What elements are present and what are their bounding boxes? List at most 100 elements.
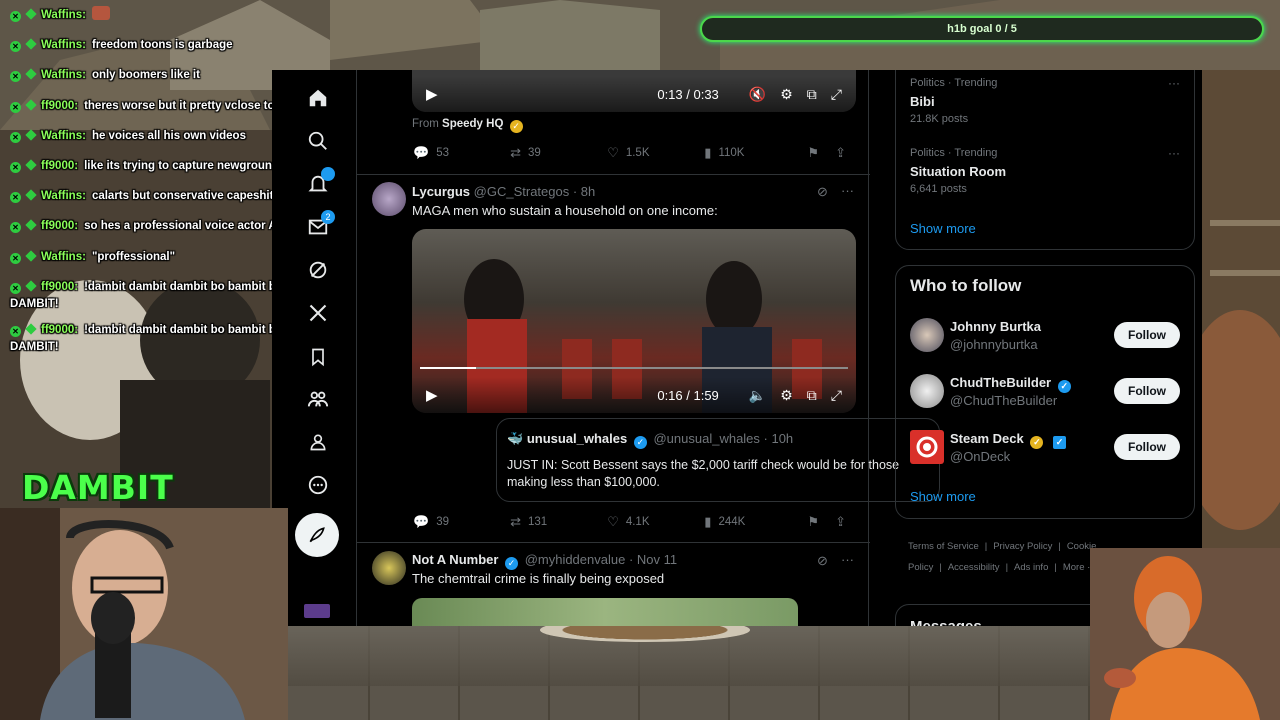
trend-name[interactable]: Situation Room bbox=[910, 164, 1006, 179]
tweet3-image[interactable] bbox=[412, 598, 798, 626]
more-options-icon[interactable]: ··· bbox=[841, 183, 854, 198]
trend-name[interactable]: Bibi bbox=[910, 94, 935, 109]
tweet2-header: Lycurgus @GC_Strategos · 8h bbox=[412, 184, 595, 199]
profile-icon[interactable] bbox=[303, 427, 333, 457]
more-icon[interactable] bbox=[303, 470, 333, 500]
avatar[interactable] bbox=[910, 374, 944, 408]
views-icon: ▮ bbox=[704, 514, 712, 529]
tweet2-author[interactable]: Lycurgus bbox=[412, 184, 470, 199]
tweet2-video[interactable]: ▶ 0:16 / 1:59 🔈 ⚙ ⧉ ⤢ bbox=[412, 229, 856, 413]
verified-gold-icon: ✓ bbox=[509, 120, 523, 133]
follow-name-row: ChudTheBuilder ✓ bbox=[950, 375, 1074, 393]
more-options-icon[interactable]: ··· bbox=[1168, 146, 1180, 160]
follow-handle: @johnnyburtka bbox=[950, 337, 1038, 352]
show-more-trends[interactable]: Show more bbox=[910, 221, 976, 236]
quote-author[interactable]: unusual_whales bbox=[527, 431, 627, 446]
share-button[interactable]: ⇪ bbox=[835, 144, 853, 162]
grok-icon[interactable] bbox=[303, 255, 333, 285]
retweet-button[interactable]: ⇄ 39 bbox=[510, 144, 607, 162]
footer-link[interactable]: Accessibility bbox=[948, 562, 1000, 573]
chat-username: Waffins: bbox=[41, 9, 86, 21]
follow-button[interactable]: Follow bbox=[1114, 378, 1180, 404]
play-icon[interactable]: ▶ bbox=[426, 386, 438, 404]
grok-icon[interactable]: ⊘ bbox=[817, 184, 828, 200]
heart-icon: ♡ bbox=[607, 514, 619, 529]
bookmark-icon: ⚑ bbox=[807, 145, 819, 160]
footer-link[interactable]: Privacy Policy bbox=[993, 541, 1052, 552]
follow-handle: @ChudTheBuilder bbox=[950, 393, 1058, 408]
footer-link[interactable]: Ads info bbox=[1014, 562, 1048, 573]
quote-text: JUST IN: Scott Bessent says the $2,000 t… bbox=[507, 458, 900, 489]
video-controls: ▶ 0:16 / 1:59 🔈 ⚙ ⧉ ⤢ bbox=[412, 377, 856, 413]
views-button[interactable]: ▮ 110K bbox=[704, 144, 807, 162]
views-button[interactable]: ▮ 244K bbox=[704, 513, 807, 531]
tweet3-handle[interactable]: @myhiddenvalue · Nov 11 bbox=[525, 552, 677, 567]
chat-username: ff9000: bbox=[41, 99, 79, 112]
settings-icon[interactable]: ⚙ bbox=[780, 86, 793, 103]
video-time: 0:16 / 1:59 bbox=[657, 387, 719, 403]
heart-icon: ♡ bbox=[607, 145, 619, 160]
footer-link[interactable]: Terms of Service bbox=[908, 541, 979, 552]
follow-button[interactable]: Follow bbox=[1114, 322, 1180, 348]
chat-username: Waffins: bbox=[41, 69, 86, 82]
follow-button[interactable]: Follow bbox=[1114, 434, 1180, 460]
reply-button[interactable]: 💬 53 bbox=[413, 144, 510, 162]
x-window: 2 ▶ 0:13 / 0:33 🔇 ⚙ ⧉ ⤢ From Speedy HQ ✓… bbox=[272, 70, 1202, 626]
settings-icon[interactable]: ⚙ bbox=[780, 387, 793, 404]
grok-icon[interactable]: ⊘ bbox=[817, 553, 828, 569]
mute-icon[interactable]: 🔇 bbox=[749, 86, 766, 103]
steam-deck-logo[interactable] bbox=[910, 430, 944, 464]
quote-header: 🐳 unusual_whales ✓ @unusual_whales · 10h bbox=[507, 431, 793, 449]
avatar[interactable] bbox=[910, 318, 944, 352]
sub-badge-icon bbox=[25, 219, 37, 231]
mail-icon[interactable]: 2 bbox=[303, 210, 335, 242]
fullscreen-icon[interactable]: ⤢ bbox=[831, 387, 842, 404]
bookmark-button[interactable]: ⚑ bbox=[807, 513, 835, 531]
follow-name[interactable]: ChudTheBuilder bbox=[950, 375, 1051, 390]
mod-badge-icon: ✕ bbox=[10, 282, 21, 294]
bookmark-button[interactable]: ⚑ bbox=[807, 144, 835, 162]
quoted-tweet[interactable]: 🐳 unusual_whales ✓ @unusual_whales · 10h… bbox=[496, 418, 940, 502]
follow-name[interactable]: Steam Deck bbox=[950, 431, 1024, 446]
volume-icon[interactable]: 🔈 bbox=[749, 387, 766, 404]
bookmark-icon[interactable] bbox=[303, 342, 333, 372]
chat-text: he voices all his own videos bbox=[91, 129, 246, 142]
communities-icon[interactable] bbox=[303, 384, 333, 414]
home-icon[interactable] bbox=[303, 83, 333, 113]
show-more-follow[interactable]: Show more bbox=[910, 489, 976, 504]
popout-icon[interactable]: ⧉ bbox=[807, 86, 817, 103]
play-icon[interactable]: ▶ bbox=[426, 85, 438, 103]
mod-badge-icon: ✕ bbox=[10, 71, 21, 83]
sub-badge-icon bbox=[25, 249, 37, 262]
sub-badge-icon bbox=[25, 280, 37, 292]
share-button[interactable]: ⇪ bbox=[835, 513, 853, 531]
popout-icon[interactable]: ⧉ bbox=[807, 387, 817, 404]
reply-button[interactable]: 💬 39 bbox=[413, 513, 510, 531]
more-options-icon[interactable]: ··· bbox=[841, 552, 854, 567]
tweet1-video[interactable]: ▶ 0:13 / 0:33 🔇 ⚙ ⧉ ⤢ bbox=[412, 70, 856, 112]
x-icon[interactable] bbox=[303, 298, 333, 328]
footer-separator: | bbox=[1054, 562, 1057, 573]
retweet-button[interactable]: ⇄ 131 bbox=[510, 513, 607, 531]
follow-handle: @OnDeck bbox=[950, 449, 1011, 464]
webcam-frame bbox=[1090, 548, 1280, 720]
search-icon[interactable] bbox=[303, 126, 333, 156]
avatar[interactable] bbox=[372, 551, 406, 585]
who-to-follow-title: Who to follow bbox=[910, 276, 1022, 295]
reply-icon: 💬 bbox=[413, 145, 430, 160]
fullscreen-icon[interactable]: ⤢ bbox=[831, 86, 842, 103]
more-options-icon[interactable]: ··· bbox=[1168, 76, 1180, 90]
tweet3-author[interactable]: Not A Number bbox=[412, 552, 498, 567]
mod-badge-icon: ✕ bbox=[10, 11, 21, 22]
avatar[interactable] bbox=[372, 182, 406, 216]
like-button[interactable]: ♡ 1.5K bbox=[607, 144, 704, 162]
bell-icon[interactable] bbox=[303, 167, 335, 199]
follow-name[interactable]: Johnny Burtka bbox=[950, 319, 1041, 334]
divider bbox=[357, 542, 870, 543]
tweet1-actions: 💬 53 ⇄ 39 ♡ 1.5K ▮ 110K ⚑ ⇪ bbox=[413, 144, 853, 162]
account-avatar[interactable] bbox=[304, 604, 330, 618]
from-name[interactable]: Speedy HQ bbox=[442, 118, 503, 130]
tweet2-handle[interactable]: @GC_Strategos · 8h bbox=[474, 184, 596, 199]
compose-post-button[interactable] bbox=[295, 513, 339, 557]
like-button[interactable]: ♡ 4.1K bbox=[607, 513, 704, 531]
